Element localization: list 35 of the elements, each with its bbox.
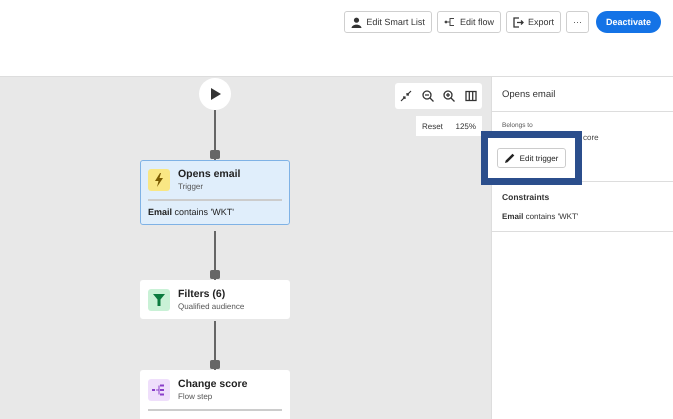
more-button[interactable]: ··· — [566, 11, 589, 33]
node-condition: Email contains 'WKT' — [148, 207, 235, 217]
node-title: Change score — [178, 378, 248, 390]
panel-title: Opens email — [492, 77, 673, 112]
export-icon — [512, 16, 524, 28]
map-icon[interactable] — [465, 90, 478, 102]
node-subtitle: Trigger — [178, 182, 204, 191]
person-icon — [351, 16, 362, 28]
zoom-level: 125% — [456, 122, 476, 130]
lightning-icon — [148, 168, 170, 190]
node-title: Opens email — [178, 168, 240, 180]
flow-node[interactable]: Opens email Trigger Email contains 'WKT' — [140, 160, 290, 225]
zoom-in-icon[interactable] — [443, 90, 456, 102]
node-subtitle: Qualified audience — [178, 302, 244, 311]
pencil-icon — [504, 153, 515, 163]
toolbar-button[interactable]: Edit Smart List — [344, 11, 432, 33]
belongs-value: core — [582, 133, 600, 142]
flow-step-icon — [148, 378, 170, 400]
node-subtitle: Flow step — [178, 392, 214, 401]
collapse-icon[interactable] — [400, 90, 412, 102]
toolbar-button[interactable]: Edit flow — [436, 11, 501, 33]
constraints-title: Constraints — [502, 192, 550, 202]
deactivate-button[interactable]: Deactivate — [596, 11, 661, 33]
play-icon — [210, 87, 222, 101]
start-button[interactable] — [199, 78, 231, 110]
flow-node[interactable]: Change score Flow step — [140, 370, 290, 419]
flow-node[interactable]: Filters (6) Qualified audience — [140, 280, 290, 319]
edit-trigger-button[interactable]: Edit trigger — [496, 148, 566, 168]
constraint-text: Email contains 'WKT' — [502, 212, 580, 221]
flow-icon — [444, 17, 456, 27]
toolbar-button[interactable]: Export — [506, 11, 561, 33]
node-title: Filters (6) — [178, 288, 226, 300]
filter-icon — [148, 288, 170, 310]
zoom-out-icon[interactable] — [422, 90, 434, 102]
reset-button[interactable]: Reset — [422, 122, 443, 130]
